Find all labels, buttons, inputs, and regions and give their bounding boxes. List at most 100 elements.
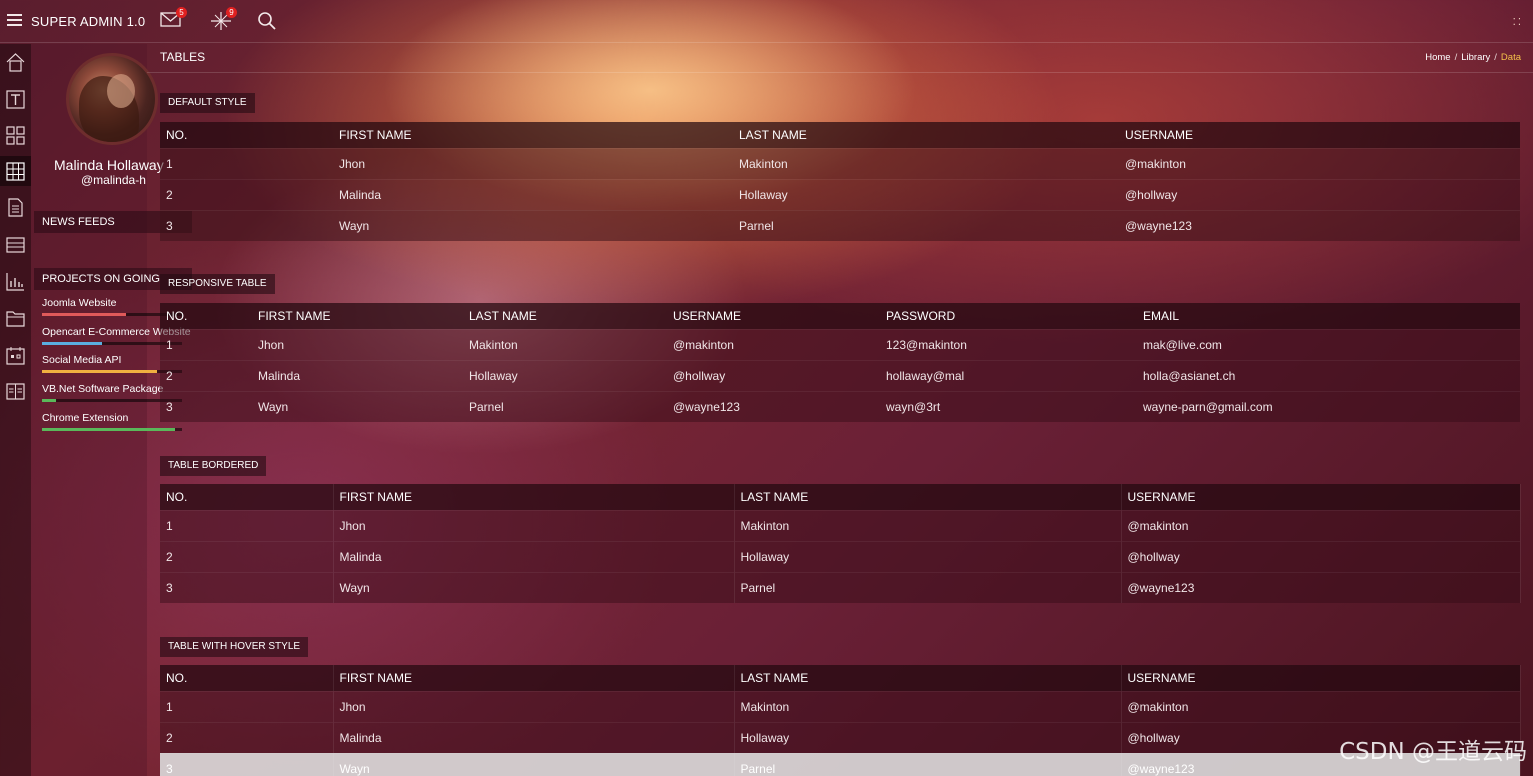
column-header: PASSWORD [880, 303, 1137, 329]
breadcrumb-current: Data [1500, 52, 1521, 63]
column-header: USERNAME [667, 303, 880, 329]
column-header: FIRST NAME [333, 665, 735, 691]
table-cell: wayn@3rt [880, 390, 1137, 422]
table-cell: 1 [160, 509, 334, 541]
column-header: LAST NAME [734, 484, 1122, 510]
table-cell: 1 [160, 147, 333, 179]
table-cell: Wayn [333, 209, 733, 241]
table-cell: Malinda [252, 359, 463, 391]
responsive-table: NO. FIRST NAME LAST NAME USERNAME PASSWO… [160, 303, 1520, 422]
table-row[interactable]: 2 Malinda Hollaway @hollway [160, 721, 1521, 753]
fullscreen-icon[interactable]: ⁚⁚ [1513, 17, 1523, 28]
project-progress-fill [42, 428, 175, 431]
project-progress-fill [42, 370, 157, 373]
table-row: 1 Jhon Makinton @makinton [160, 509, 1521, 541]
table-cell: 2 [160, 540, 334, 572]
page-title: TABLES [160, 50, 206, 64]
column-header: LAST NAME [463, 303, 667, 329]
column-header: FIRST NAME [252, 303, 463, 329]
chart-icon[interactable] [0, 266, 31, 296]
folder-icon[interactable] [0, 303, 31, 333]
breadcrumb-separator: / [1494, 52, 1497, 63]
column-header: FIRST NAME [333, 484, 735, 510]
project-progress-fill [42, 399, 56, 402]
table-row[interactable]: 1 Jhon Makinton @makinton [160, 690, 1521, 722]
user-name: Malinda Hollaway [54, 157, 164, 173]
search-icon[interactable] [257, 11, 279, 31]
table-icon[interactable] [0, 156, 31, 186]
column-header: NO. [160, 303, 252, 329]
table-cell: Jhon [333, 509, 735, 541]
document-icon[interactable] [0, 192, 31, 222]
table-cell: 1 [160, 328, 252, 360]
table-cell: Parnel [463, 390, 667, 422]
table-cell: Makinton [734, 690, 1122, 722]
table-row: 3 Wayn Parnel @wayne123 [160, 571, 1521, 603]
table-row[interactable]: 3 Wayn Parnel @wayne123 [160, 752, 1521, 776]
profile-panel [31, 44, 147, 776]
table-cell: 3 [160, 571, 334, 603]
column-header: LAST NAME [734, 665, 1122, 691]
user-handle: @malinda-h [81, 173, 146, 187]
section-tag: TABLE BORDERED [160, 456, 267, 476]
column-header: USERNAME [1121, 665, 1521, 691]
column-header: EMAIL [1137, 303, 1520, 329]
table-cell: mak@live.com [1137, 328, 1520, 360]
bordered-table: NO. FIRST NAME LAST NAME USERNAME 1 Jhon M… [160, 484, 1521, 603]
column-header: NO. [160, 122, 333, 148]
section-tag: RESPONSIVE TABLE [160, 274, 275, 294]
breadcrumb-home[interactable]: Home [1425, 52, 1450, 63]
table-cell: Makinton [733, 147, 1119, 179]
breadcrumb-separator: / [1454, 52, 1458, 63]
default-table: NO. FIRST NAME LAST NAME USERNAME 1 Jhon M… [160, 122, 1520, 241]
breadcrumb: Home / Library / Data [1425, 52, 1521, 63]
watermark: CSDN @王道云码 [1339, 739, 1527, 765]
table-cell: 3 [160, 390, 252, 422]
column-header: NO. [160, 484, 334, 510]
table-row: 1 Jhon Makinton @makinton 123@makinton mak@li… [160, 328, 1520, 360]
table-header-row: NO. FIRST NAME LAST NAME USERNAME [160, 665, 1521, 691]
avatar[interactable] [66, 53, 158, 145]
columns-icon[interactable] [0, 376, 31, 406]
table-header-row: NO. FIRST NAME LAST NAME USERNAME PASSWO… [160, 303, 1520, 329]
table-cell: @wayne123 [667, 390, 880, 422]
mail-icon[interactable]: 5 [160, 7, 187, 31]
table-cell: Malinda [333, 540, 735, 572]
hover-table: NO. FIRST NAME LAST NAME USERNAME 1 Jhon M… [160, 665, 1521, 776]
table-cell: Wayn [252, 390, 463, 422]
table-row: 1 Jhon Makinton @makinton [160, 147, 1520, 179]
table-cell: @hollway [1119, 178, 1520, 210]
project-progress-bar [42, 428, 182, 431]
layers-icon[interactable] [0, 229, 31, 259]
breadcrumb-library[interactable]: Library [1461, 52, 1490, 63]
table-cell: Wayn [333, 752, 735, 776]
table-cell: 123@makinton [880, 328, 1137, 360]
table-cell: Jhon [333, 690, 735, 722]
table-header-row: NO. FIRST NAME LAST NAME USERNAME [160, 484, 1521, 510]
typography-icon[interactable] [0, 84, 31, 114]
mail-badge: 5 [176, 7, 187, 18]
table-cell: Parnel [734, 571, 1122, 603]
table-cell: Makinton [463, 328, 667, 360]
header-divider [147, 72, 1533, 73]
section-tag: TABLE WITH HOVER STYLE [160, 637, 309, 657]
grid-icon[interactable] [0, 120, 31, 150]
table-cell: 3 [160, 209, 333, 241]
column-header: LAST NAME [733, 122, 1119, 148]
project-progress-fill [42, 342, 103, 345]
table-cell: Parnel [733, 209, 1119, 241]
top-bar: SUPER ADMIN 1.0 5 9 ⁚⁚ [0, 0, 1533, 43]
table-cell: 1 [160, 690, 334, 722]
home-icon[interactable] [0, 47, 31, 77]
column-header: USERNAME [1121, 484, 1521, 510]
project-progress-fill [42, 313, 126, 316]
menu-icon[interactable] [7, 14, 22, 26]
table-cell: Malinda [333, 721, 735, 753]
table-cell: 2 [160, 359, 252, 391]
table-cell: Wayn [333, 571, 735, 603]
table-cell: 2 [160, 178, 333, 210]
table-cell: hollaway@mal [880, 359, 1137, 391]
calendar-icon[interactable] [0, 340, 31, 370]
sparkle-icon[interactable]: 9 [210, 7, 237, 31]
notification-badge: 9 [226, 7, 237, 18]
